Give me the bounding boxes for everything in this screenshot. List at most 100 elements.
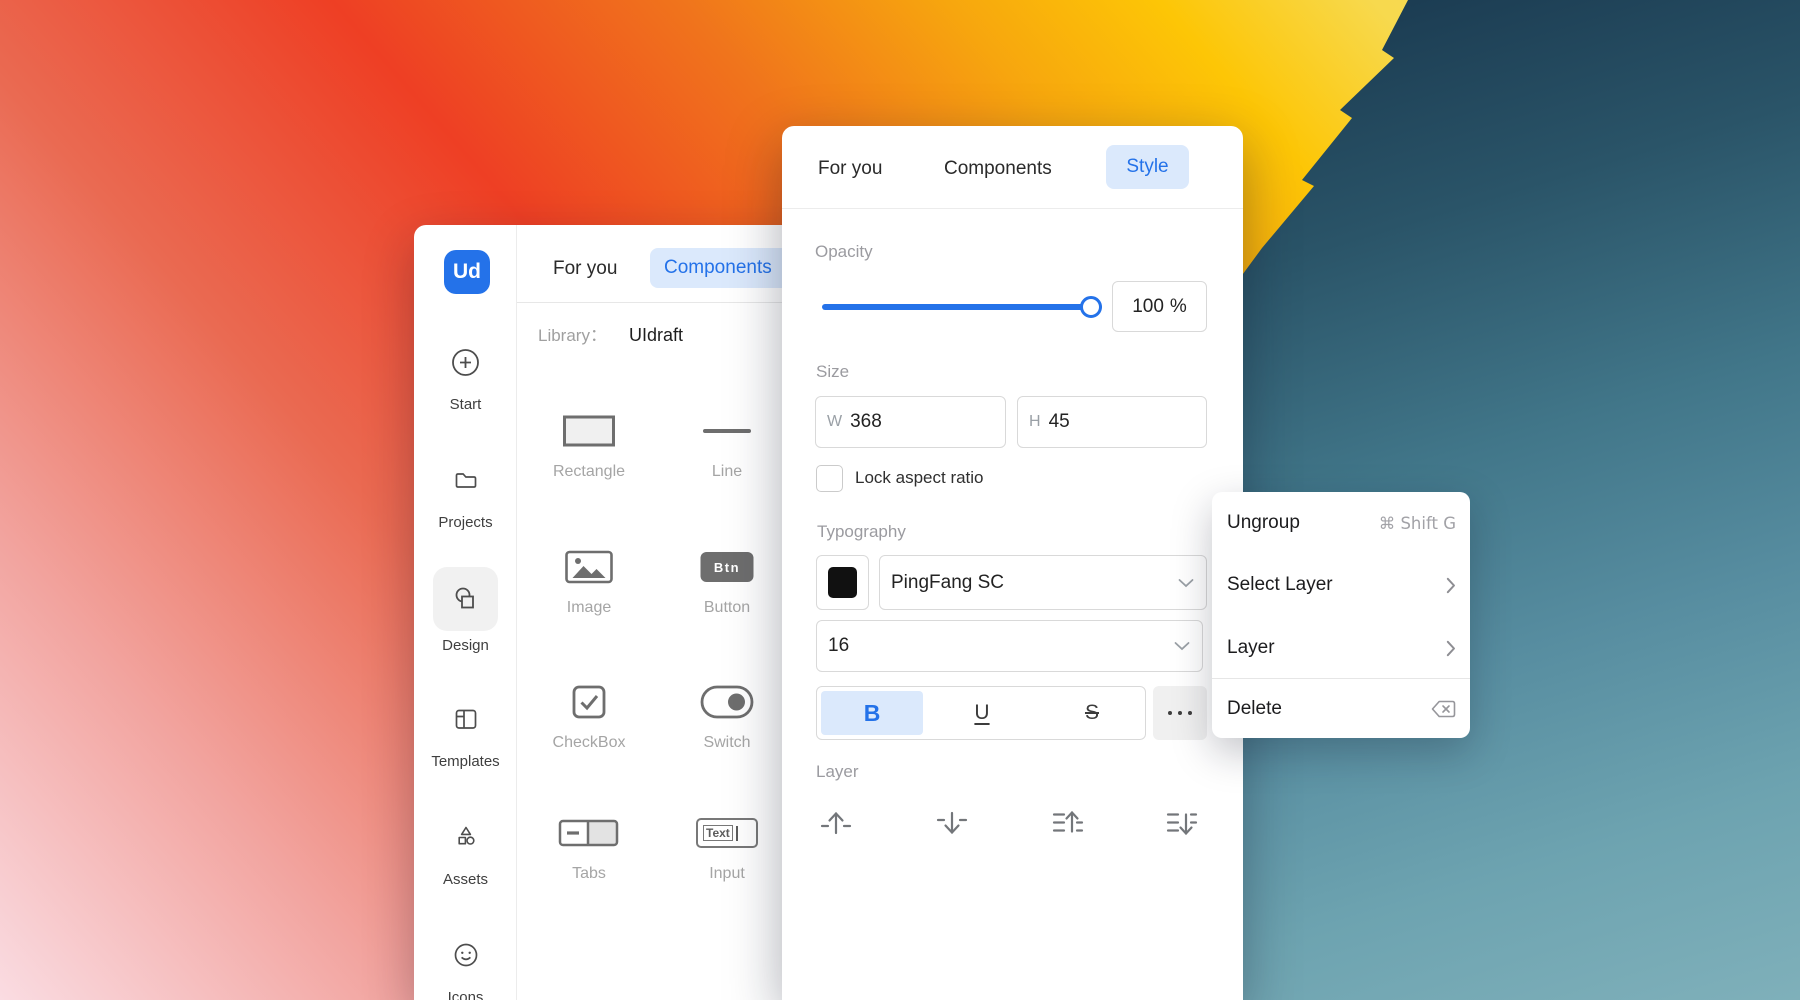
size-label: Size <box>816 362 849 382</box>
height-field[interactable]: H 45 <box>1017 396 1207 448</box>
library-name[interactable]: UIdraft <box>629 325 683 346</box>
design-shapes-icon <box>451 584 481 614</box>
width-field[interactable]: W 368 <box>815 396 1006 448</box>
sidebar-item-start[interactable]: Start <box>414 347 517 415</box>
menu-item-label: Select Layer <box>1227 574 1446 596</box>
text-style-group: B U S <box>816 686 1146 740</box>
sidebar-item-design[interactable]: Design <box>414 567 517 656</box>
font-family-select[interactable]: PingFang SC <box>879 555 1207 610</box>
bring-forward-button[interactable] <box>1048 803 1088 843</box>
plus-circle-icon <box>450 347 481 378</box>
chevron-down-icon <box>1174 642 1190 651</box>
chevron-down-icon <box>1178 578 1194 587</box>
bring-to-front-button[interactable] <box>816 803 856 843</box>
send-to-back-button[interactable] <box>932 803 972 843</box>
line-icon <box>703 427 751 435</box>
context-menu: Ungroup ⌘ Shift G Select Layer Layer Del… <box>1212 492 1470 738</box>
bring-to-front-icon <box>818 805 854 841</box>
lock-aspect-ratio-label: Lock aspect ratio <box>855 468 984 488</box>
input-sample-text: Text <box>703 825 733 841</box>
component-label: Rectangle <box>553 463 625 481</box>
panel-tab-style[interactable]: Style <box>1106 145 1189 189</box>
opacity-slider[interactable] <box>822 304 1102 310</box>
lock-aspect-ratio-checkbox[interactable] <box>816 465 843 492</box>
component-label: Button <box>704 599 750 617</box>
menu-item-label: Layer <box>1227 637 1446 659</box>
opacity-label: Opacity <box>815 242 873 262</box>
sidebar-item-label: Design <box>442 636 489 656</box>
component-label: Switch <box>703 734 750 752</box>
component-label: Line <box>712 463 742 481</box>
panel-tab-for-you[interactable]: For you <box>818 158 882 180</box>
sidebar-item-assets[interactable]: Assets <box>414 823 517 890</box>
text-caret <box>736 826 739 841</box>
panel-tab-style-label: Style <box>1126 156 1168 178</box>
opacity-input[interactable]: 100 % <box>1112 281 1207 332</box>
switch-icon <box>700 685 754 719</box>
strikethrough-button[interactable]: S <box>1037 687 1147 739</box>
btn-chip-label: Btn <box>701 552 754 582</box>
checkbox-icon <box>572 685 607 720</box>
ellipsis-icon <box>1168 711 1172 715</box>
panel-tabbar-divider <box>782 208 1243 209</box>
chevron-right-icon <box>1446 577 1456 594</box>
tab-components-label: Components <box>664 257 772 279</box>
font-family-value: PingFang SC <box>891 572 1004 594</box>
chevron-right-icon <box>1446 640 1456 657</box>
text-color-picker[interactable] <box>816 555 869 610</box>
text-color-swatch <box>828 567 857 598</box>
menu-item-delete[interactable]: Delete <box>1212 688 1470 730</box>
folder-icon <box>453 467 479 493</box>
height-prefix: H <box>1029 413 1041 431</box>
sidebar-item-label: Icons <box>448 988 484 1000</box>
input-icon: Text <box>696 818 758 848</box>
send-to-back-icon <box>934 805 970 841</box>
menu-item-layer[interactable]: Layer <box>1212 627 1470 669</box>
menu-item-shortcut: ⌘ Shift G <box>1379 514 1456 533</box>
library-row: Library： UIdraft <box>538 321 683 346</box>
more-options-button[interactable] <box>1153 686 1207 740</box>
library-label: Library： <box>538 321 607 346</box>
button-icon: Btn <box>701 552 754 582</box>
underline-button[interactable]: U <box>927 687 1037 739</box>
opacity-value: 100 <box>1132 296 1164 318</box>
tabs-icon <box>558 818 620 848</box>
backspace-icon <box>1431 700 1456 718</box>
layout-icon <box>453 706 479 732</box>
bold-label: B <box>864 700 881 727</box>
width-value: 368 <box>850 411 882 433</box>
selected-item-highlight <box>433 567 498 631</box>
sidebar-item-templates[interactable]: Templates <box>414 706 517 772</box>
app-logo[interactable]: Ud <box>444 250 490 294</box>
underline-label: U <box>974 701 989 725</box>
component-label: CheckBox <box>553 734 626 752</box>
smiley-icon <box>453 942 479 968</box>
menu-item-label: Delete <box>1227 698 1431 720</box>
bold-button[interactable]: B <box>817 687 927 739</box>
menu-item-select-layer[interactable]: Select Layer <box>1212 564 1470 606</box>
sidebar-item-icons[interactable]: Icons <box>414 942 517 1000</box>
asset-shapes-icon <box>453 823 479 849</box>
font-size-value: 16 <box>828 635 849 657</box>
sidebar-item-label: Start <box>450 395 482 415</box>
font-size-select[interactable]: 16 <box>816 620 1203 672</box>
sidebar-item-label: Assets <box>443 870 488 890</box>
send-backward-icon <box>1164 805 1200 841</box>
layer-label: Layer <box>816 762 859 782</box>
component-label: Tabs <box>572 865 606 883</box>
bring-forward-icon <box>1050 805 1086 841</box>
sidebar: Ud Start Projects <box>414 225 517 1000</box>
image-icon <box>565 550 614 584</box>
height-value: 45 <box>1049 411 1070 433</box>
menu-item-label: Ungroup <box>1227 512 1379 534</box>
strikethrough-label: S <box>1085 701 1099 725</box>
menu-item-ungroup[interactable]: Ungroup ⌘ Shift G <box>1212 502 1470 544</box>
send-backward-button[interactable] <box>1162 803 1202 843</box>
sidebar-item-projects[interactable]: Projects <box>414 467 517 533</box>
typography-label: Typography <box>817 522 906 542</box>
component-label: Image <box>567 599 611 617</box>
sidebar-item-label: Projects <box>438 513 492 533</box>
panel-tab-components[interactable]: Components <box>944 158 1052 180</box>
tab-for-you[interactable]: For you <box>553 258 617 280</box>
opacity-slider-knob[interactable] <box>1080 296 1102 318</box>
